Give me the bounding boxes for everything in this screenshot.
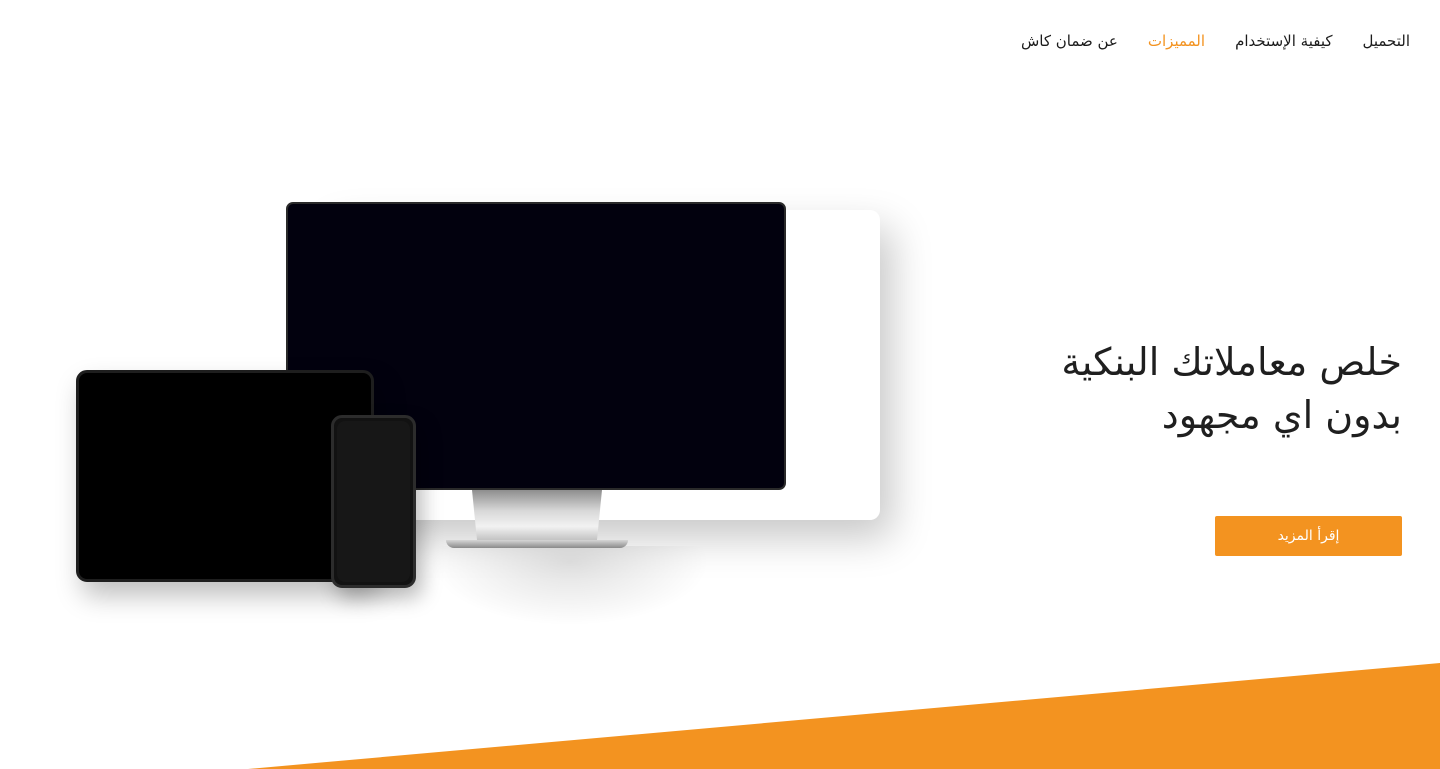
read-more-button[interactable]: إقرأ المزيد	[1215, 516, 1402, 556]
hero-title-line-2: بدون اي مجهود	[1161, 393, 1402, 437]
phone-device	[331, 415, 416, 588]
nav-item-how-to-use[interactable]: كيفية الإستخدام	[1235, 30, 1332, 52]
tablet-device	[76, 370, 374, 582]
nav-item-features[interactable]: المميزات	[1148, 30, 1205, 52]
nav-item-about[interactable]: عن ضمان كاش	[1021, 30, 1118, 52]
monitor-stand-base	[446, 540, 628, 548]
devices-illustration	[50, 190, 850, 640]
top-nav: عن ضمان كاش المميزات كيفية الإستخدام الت…	[1021, 30, 1410, 52]
monitor-stand	[472, 490, 602, 542]
stand-shadow	[430, 546, 710, 626]
hero-title-line-1: خلص معاملاتك البنكية	[1061, 340, 1402, 384]
landing-page: عن ضمان كاش المميزات كيفية الإستخدام الت…	[0, 0, 1440, 769]
nav-item-download[interactable]: التحميل	[1362, 30, 1410, 52]
hero-title: خلص معاملاتك البنكية بدون اي مجهود	[942, 336, 1402, 442]
